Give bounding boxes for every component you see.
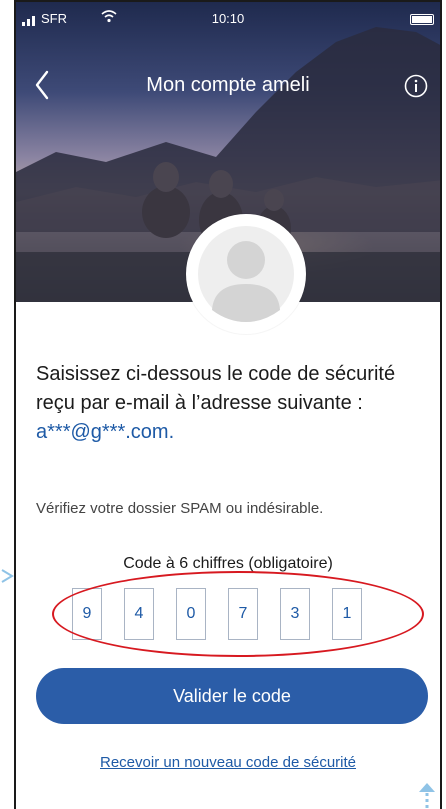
navigation-bar: Mon compte ameli	[16, 66, 440, 106]
code-digit-4[interactable]: 7	[228, 588, 258, 640]
code-label: Code à 6 chiffres (obligatoire)	[123, 555, 333, 572]
annotation-up-arrow-icon	[419, 783, 435, 809]
page-title: Mon compte ameli	[146, 74, 310, 96]
spam-note: Vérifiez votre dossier SPAM ou indésirab…	[36, 500, 324, 517]
status-bar: SFR 10:10	[16, 8, 440, 30]
submit-code-button[interactable]: Valider le code	[36, 668, 428, 724]
code-digit-5[interactable]: 3	[280, 588, 310, 640]
code-digit-6[interactable]: 1	[332, 588, 362, 640]
instruction-text: Saisissez ci-dessous le code de sécurité…	[36, 363, 396, 414]
code-digit-3[interactable]: 0	[176, 588, 206, 640]
phone-screen: SFR 10:10 Mon compte ameli Saisissez ci-…	[14, 0, 442, 809]
masked-email: a***@g***.com.	[36, 421, 175, 443]
code-digit-1[interactable]: 9	[72, 588, 102, 640]
resend-code-link[interactable]: Recevoir un nouveau code de sécurité	[16, 754, 440, 771]
clock: 10:10	[211, 11, 245, 26]
annotation-arrow-icon	[1, 569, 14, 583]
code-input-group: 9 4 0 7 3 1	[72, 588, 362, 640]
code-digit-2[interactable]: 4	[124, 588, 154, 640]
info-button[interactable]	[404, 74, 428, 103]
avatar	[186, 214, 306, 334]
battery-icon	[410, 14, 434, 25]
user-placeholder-icon	[198, 226, 294, 322]
info-icon	[404, 74, 428, 98]
